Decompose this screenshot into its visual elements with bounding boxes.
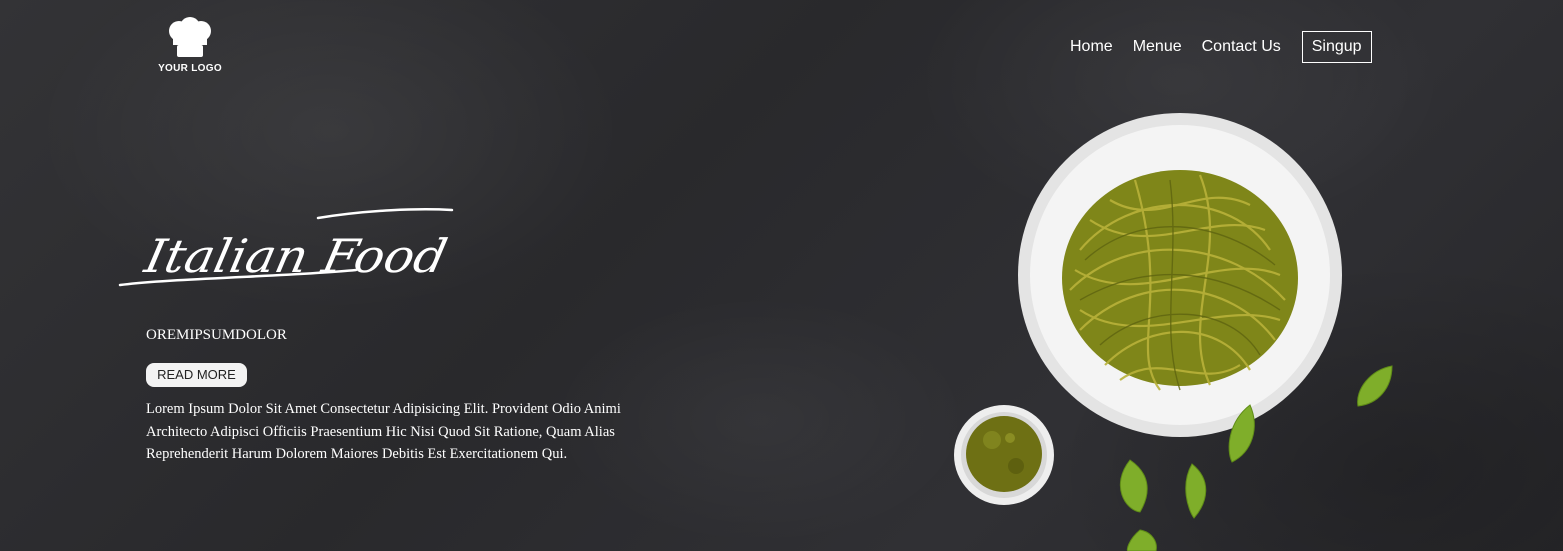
logo[interactable]: YOUR LOGO [152,17,228,77]
hero-body-text: Lorem Ipsum Dolor Sit Amet Consectetur A… [146,401,621,463]
signup-button[interactable]: Singup [1301,30,1372,63]
food-image [954,113,1393,551]
nav-contact[interactable]: Contact Us [1202,38,1281,56]
hero-subtitle: OREMIPSUMDOLOR [146,327,287,343]
hero-title: Italian Food [118,208,454,287]
nav-menu[interactable]: Menue [1133,38,1182,56]
chef-hat-icon [169,17,211,57]
main-nav: Home Menue Contact Us Singup [1070,30,1372,63]
logo-text: YOUR LOGO [158,63,222,74]
nav-home[interactable]: Home [1070,38,1113,56]
pesto-sauce [966,416,1042,492]
hero-title-text: Italian Food [139,229,451,282]
read-more-button[interactable]: READ MORE [146,363,247,387]
